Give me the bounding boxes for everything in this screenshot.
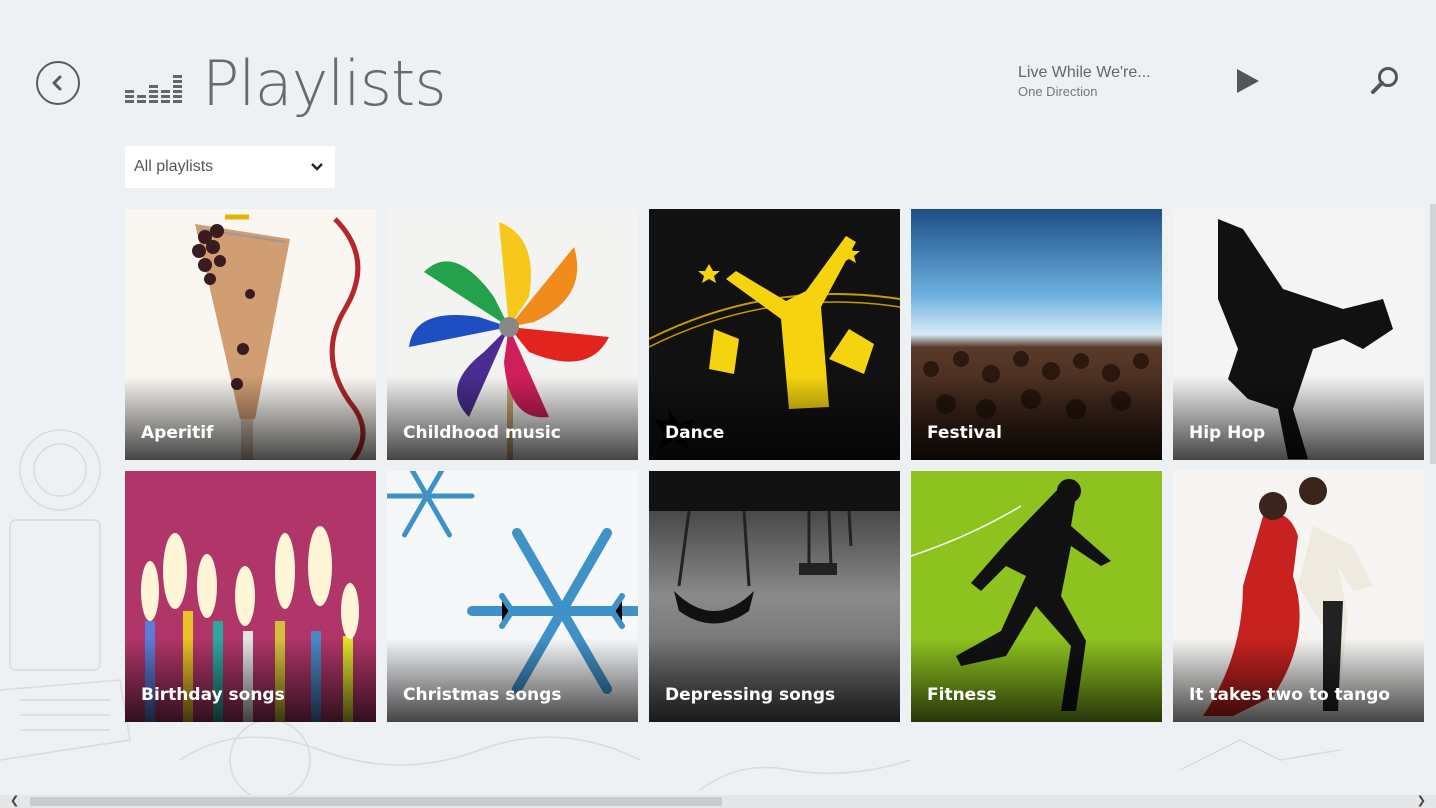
scrollbar-thumb[interactable]: [30, 797, 722, 806]
playlist-tile-birthday-songs[interactable]: Birthday songs: [125, 471, 376, 722]
playlist-tile-dance[interactable]: Dance: [649, 209, 900, 460]
now-playing-artist: One Direction: [1018, 84, 1098, 99]
now-playing-title: Live While We're...: [1018, 64, 1151, 81]
playlist-label: Aperitif: [141, 423, 214, 443]
playlist-tile-hip-hop[interactable]: Hip Hop: [1173, 209, 1424, 460]
playlist-tile-depressing-songs[interactable]: Depressing songs: [649, 471, 900, 722]
back-arrow-icon: [52, 75, 62, 91]
playlist-tile-tango[interactable]: It takes two to tango: [1173, 471, 1424, 722]
equalizer-icon: [125, 75, 182, 103]
playlist-label: Christmas songs: [403, 685, 562, 705]
playlist-tile-aperitif[interactable]: Aperitif: [125, 209, 376, 460]
search-icon[interactable]: [1368, 64, 1402, 98]
playlist-label: Hip Hop: [1189, 423, 1266, 443]
playlist-label: It takes two to tango: [1189, 685, 1391, 705]
playlist-label: Fitness: [927, 685, 997, 705]
filter-selected-value: All playlists: [134, 158, 214, 175]
playlist-label: Dance: [665, 423, 725, 443]
playlist-label: Festival: [927, 423, 1002, 443]
playlist-label: Birthday songs: [141, 685, 285, 705]
chevron-down-icon: [311, 163, 323, 171]
horizontal-scrollbar[interactable]: ❮ ❯: [0, 795, 1436, 808]
play-icon[interactable]: [1232, 66, 1262, 96]
playlist-label: Childhood music: [403, 423, 561, 443]
scroll-left-icon[interactable]: ❮: [10, 795, 19, 808]
scroll-right-icon[interactable]: ❯: [1417, 795, 1426, 808]
playlist-filter-dropdown[interactable]: All playlists: [125, 146, 335, 188]
playlist-tile-festival[interactable]: Festival: [911, 209, 1162, 460]
next-page-edge: [1430, 204, 1436, 464]
playlist-label: Depressing songs: [665, 685, 836, 705]
playlist-tile-childhood-music[interactable]: Childhood music: [387, 209, 638, 460]
back-button[interactable]: [36, 61, 80, 105]
page-title: Playlists: [202, 47, 447, 120]
now-playing[interactable]: Live While We're... One Direction: [1018, 63, 1151, 101]
playlist-tile-christmas-songs[interactable]: Christmas songs: [387, 471, 638, 722]
playlist-tile-fitness[interactable]: Fitness: [911, 471, 1162, 722]
